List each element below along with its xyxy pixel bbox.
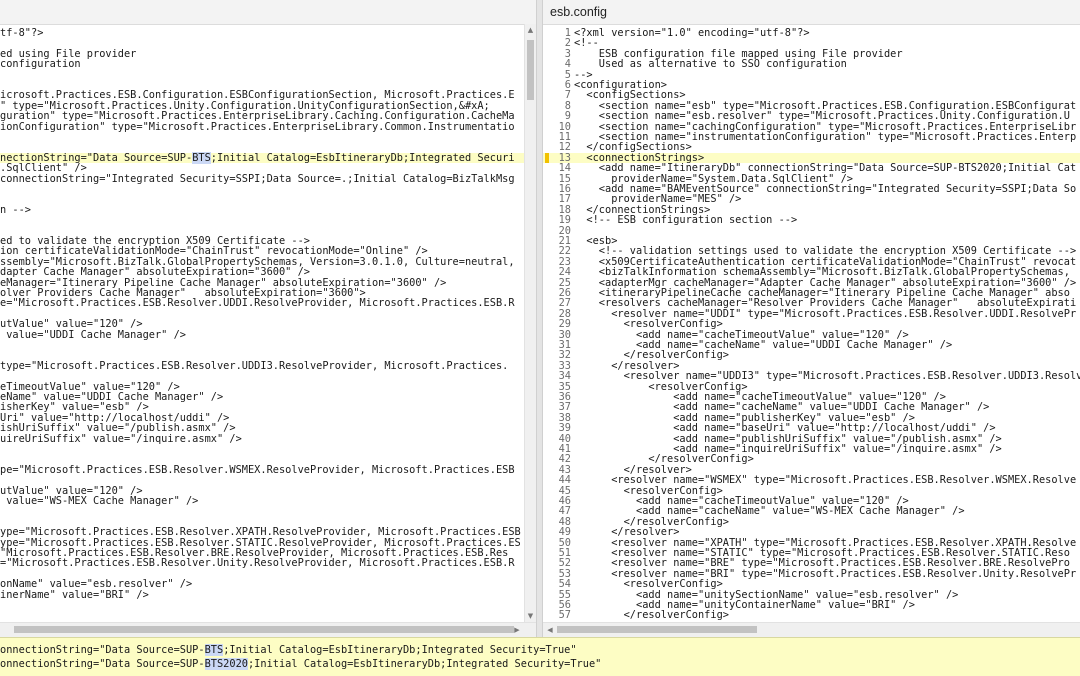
line-number: 57 [558, 609, 571, 622]
right-horizontal-scroll-thumb[interactable] [557, 626, 757, 633]
right-pane-title: esb.config [543, 0, 1080, 25]
code-text: Used as alternative to SSO configuration [574, 58, 847, 71]
right-editor-pane: esb.config 1 <?xml version="1.0" encoding… [543, 0, 1080, 637]
code-line[interactable] [0, 70, 536, 80]
code-line[interactable] [0, 506, 536, 516]
diff-token: BTS2020 [204, 658, 248, 670]
code-line[interactable] [0, 132, 536, 142]
code-line[interactable]: ionConfiguration" type="Microsoft.Practi… [0, 120, 536, 133]
code-text: inerName" value="BRI" /> [0, 588, 149, 601]
code-line[interactable]: 19 <!-- ESB configuration section --> [543, 214, 1080, 227]
code-line[interactable]: uireUriSuffix" value="/inquire.asmx" /> [0, 432, 536, 445]
right-horizontal-scrollbar[interactable]: ◀ [543, 622, 1080, 637]
left-editor-pane: tf-8"?> ed using File provider configurati… [0, 0, 536, 637]
code-text: </resolverConfig> [574, 609, 729, 622]
scroll-left-arrow-icon[interactable]: ◀ [545, 625, 555, 635]
scroll-right-arrow-icon[interactable]: ▶ [512, 625, 522, 635]
code-line[interactable]: connectionString="Integrated Security=SS… [0, 172, 536, 185]
code-line[interactable] [0, 184, 536, 194]
code-line[interactable]: 1 <?xml version="1.0" encoding="utf-8"?> [543, 27, 1080, 39]
code-line[interactable] [0, 340, 536, 350]
left-horizontal-scrollbar[interactable]: ▶ [0, 622, 536, 637]
code-line[interactable]: 20 [543, 225, 1080, 236]
code-text: tf-8"?> [0, 27, 44, 39]
code-line[interactable]: tf-8"?> [0, 27, 536, 39]
code-line[interactable]: n --> [0, 203, 536, 216]
diff-line-new: onnectionString="Data Source=SUP-BTS2020… [0, 658, 602, 670]
code-text: e="Microsoft.Practices.ESB.Resolver.UDDI… [0, 297, 515, 310]
code-text: pe="Microsoft.Practices.ESB.Resolver.WSM… [0, 463, 515, 476]
diff-compare-panel: onnectionString="Data Source=SUP-BTS;Ini… [0, 637, 1080, 676]
code-line[interactable]: configuration [0, 58, 536, 71]
scroll-up-arrow-icon[interactable]: ▲ [526, 26, 535, 35]
code-line[interactable]: inerName" value="BRI" /> [0, 588, 536, 601]
diff-token: BTS [192, 151, 211, 164]
code-line[interactable]: ="Microsoft.Practices.ESB.Resolver.Unity… [0, 557, 536, 570]
pane-splitter[interactable] [536, 0, 543, 637]
left-pane-title [0, 0, 536, 25]
diff-token: BTS [204, 644, 224, 656]
code-text: n --> [0, 203, 31, 216]
right-code-area[interactable]: 1 <?xml version="1.0" encoding="utf-8"?> 2… [543, 24, 1080, 623]
code-text: <?xml version="1.0" encoding="utf-8"?> [574, 27, 810, 39]
left-horizontal-scroll-thumb[interactable] [14, 626, 514, 633]
code-line[interactable]: 4 Used as alternative to SSO configurati… [543, 58, 1080, 71]
code-text: uireUriSuffix" value="/inquire.asmx" /> [0, 432, 242, 445]
left-code-area[interactable]: tf-8"?> ed using File provider configurati… [0, 24, 536, 623]
left-vertical-scrollbar[interactable]: ▲ ▼ [524, 24, 536, 623]
code-line[interactable] [0, 444, 536, 454]
code-line[interactable]: pe="Microsoft.Practices.ESB.Resolver.WSM… [0, 463, 536, 476]
diff-line-old: onnectionString="Data Source=SUP-BTS;Ini… [0, 644, 577, 656]
code-line[interactable] [0, 215, 536, 225]
code-line[interactable]: e="Microsoft.Practices.ESB.Resolver.UDDI… [0, 297, 536, 310]
code-line[interactable]: value="WS-MEX Cache Manager" /> [0, 495, 536, 507]
scroll-down-arrow-icon[interactable]: ▼ [526, 612, 535, 621]
code-text: value="WS-MEX Cache Manager" /> [0, 495, 199, 507]
code-text: configuration [0, 58, 81, 71]
code-text: type="Microsoft.Practices.ESB.Resolver.U… [0, 359, 509, 372]
code-text: ionConfiguration" type="Microsoft.Practi… [0, 120, 515, 133]
code-line[interactable]: value="UDDI Cache Manager" /> [0, 328, 536, 341]
code-text: value="UDDI Cache Manager" /> [0, 328, 186, 341]
code-text: <!-- ESB configuration section --> [574, 214, 798, 227]
code-line[interactable]: type="Microsoft.Practices.ESB.Resolver.U… [0, 359, 536, 372]
code-text: ="Microsoft.Practices.ESB.Resolver.Unity… [0, 557, 515, 570]
code-line[interactable]: 57 </resolverConfig> [543, 609, 1080, 622]
code-text: connectionString="Integrated Security=SS… [0, 172, 515, 185]
left-vertical-scroll-thumb[interactable] [527, 40, 534, 100]
code-line[interactable] [0, 194, 536, 204]
